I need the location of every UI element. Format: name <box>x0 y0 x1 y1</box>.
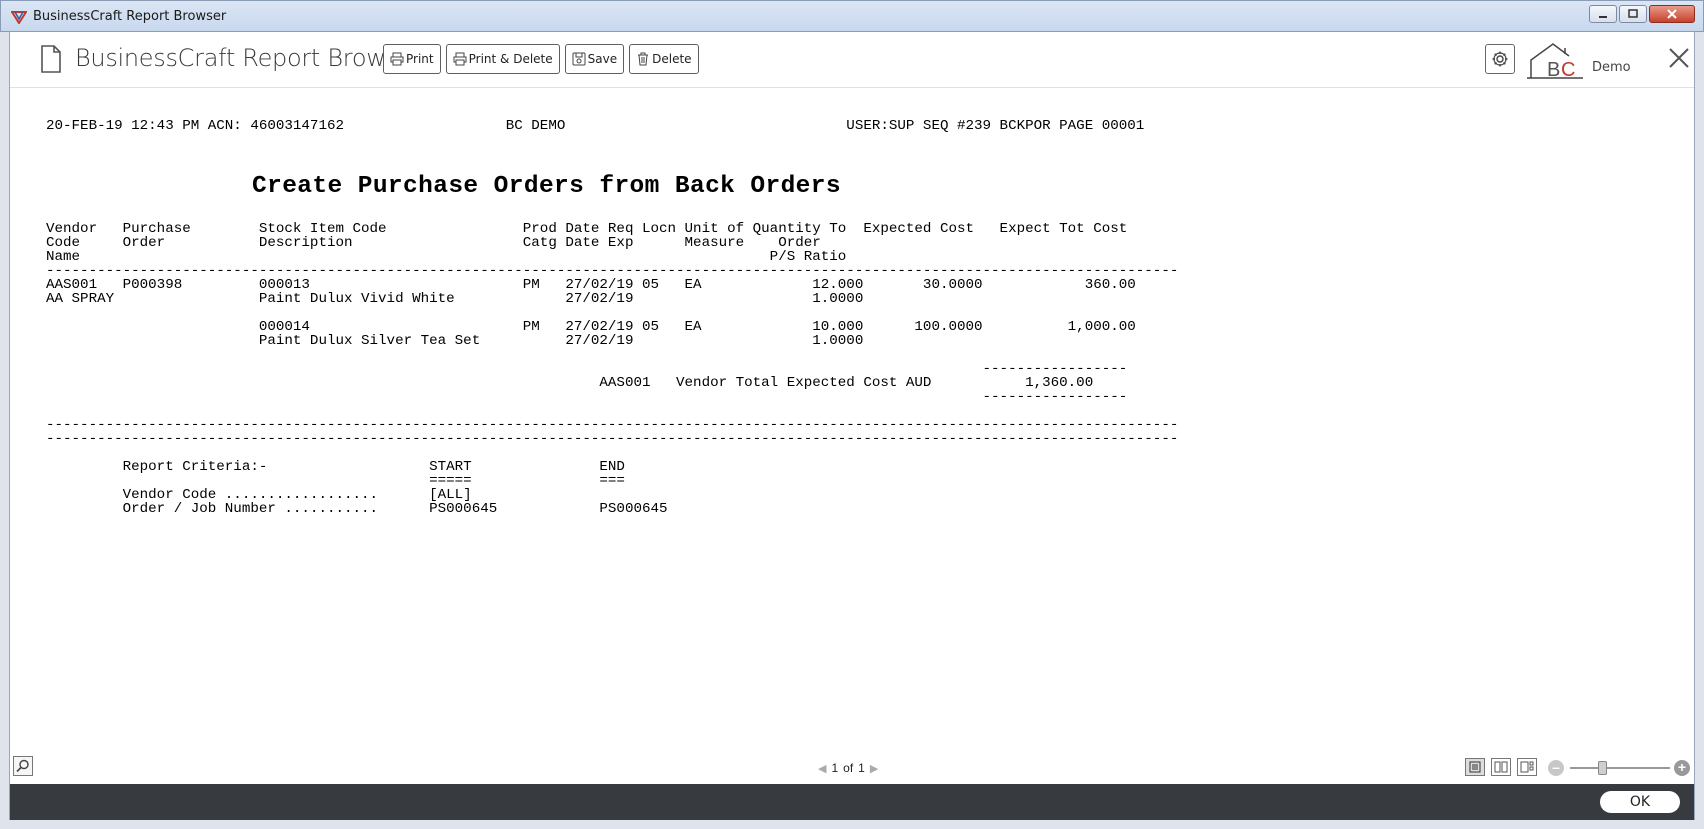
report-title: Create Purchase Orders from Back Orders <box>252 173 841 200</box>
view-mode-buttons <box>1465 758 1537 776</box>
app-header: BusinessCraft Report Browser Print Print… <box>10 32 1694 88</box>
window-close-button[interactable] <box>1649 5 1695 23</box>
status-bar: ◀ 1 of 1 ▶ – + <box>10 750 1694 784</box>
thumbnail-view-button[interactable] <box>1517 758 1537 776</box>
company-label: Demo <box>1592 60 1631 75</box>
page-current: 1 <box>831 761 839 775</box>
floppy-disk-icon <box>572 52 586 66</box>
print-label: Print <box>406 52 434 66</box>
zoom-control: – + <box>1548 758 1696 778</box>
print-delete-button[interactable]: Print & Delete <box>445 44 560 74</box>
report-rows: AAS001 P000398 000013 PM 27/02/19 05 EA … <box>46 277 1179 447</box>
toolbar: Print Print & Delete Save Delete <box>383 44 699 74</box>
save-label: Save <box>587 52 618 66</box>
two-page-view-button[interactable] <box>1491 758 1511 776</box>
zoom-out-icon[interactable]: – <box>1548 760 1564 776</box>
report-column-headers: Vendor Purchase Stock Item Code Prod Dat… <box>46 221 1179 279</box>
gear-icon <box>1492 51 1508 67</box>
window-title: BusinessCraft Report Browser <box>33 9 227 24</box>
search-icon <box>16 759 29 773</box>
print-button[interactable]: Print <box>383 44 441 74</box>
footer-bar: OK <box>10 784 1694 820</box>
report-browser: BusinessCraft Report Browser Print Print… <box>9 32 1695 820</box>
app-icon <box>11 11 27 24</box>
report-page: 20-FEB-19 12:43 PM ACN: 46003147162 BC D… <box>46 118 1179 719</box>
previous-page-icon[interactable]: ◀ <box>818 762 826 775</box>
maximize-button[interactable] <box>1619 5 1647 23</box>
zoom-slider-thumb[interactable] <box>1598 761 1607 775</box>
next-page-icon[interactable]: ▶ <box>870 762 878 775</box>
ok-button[interactable]: OK <box>1600 791 1680 813</box>
document-icon <box>41 45 61 73</box>
window-controls <box>1589 5 1695 23</box>
page-total: 1 <box>858 761 865 775</box>
page-of: of <box>843 761 854 775</box>
printer-icon <box>390 52 404 66</box>
report-header-line: 20-FEB-19 12:43 PM ACN: 46003147162 BC D… <box>46 118 1145 134</box>
maximize-icon <box>1628 9 1638 18</box>
svg-text:B: B <box>1547 59 1560 80</box>
close-icon <box>1667 9 1677 19</box>
zoom-track[interactable] <box>1570 767 1670 769</box>
two-page-icon <box>1494 761 1508 773</box>
trash-icon <box>638 52 649 66</box>
settings-button[interactable] <box>1485 44 1515 74</box>
find-button[interactable] <box>13 756 33 776</box>
thumbnail-icon <box>1520 761 1534 773</box>
minimize-button[interactable] <box>1589 5 1617 23</box>
printer-icon <box>453 52 467 66</box>
app-title: BusinessCraft Report Browser <box>75 44 422 72</box>
svg-text:C: C <box>1561 59 1575 80</box>
delete-label: Delete <box>652 52 692 66</box>
save-button[interactable]: Save <box>564 44 625 74</box>
single-page-view-button[interactable] <box>1465 758 1485 776</box>
page-navigator: ◀ 1 of 1 ▶ <box>818 761 878 775</box>
report-criteria: Report Criteria:- START END ===== === Ve… <box>122 459 668 517</box>
window-titlebar[interactable]: BusinessCraft Report Browser <box>0 0 1704 32</box>
businesscraft-logo: B C <box>1527 43 1583 80</box>
print-delete-label: Print & Delete <box>468 52 553 66</box>
single-page-icon <box>1469 761 1481 773</box>
delete-button[interactable]: Delete <box>629 44 699 74</box>
minimize-icon <box>1599 16 1607 18</box>
zoom-in-icon[interactable]: + <box>1674 760 1690 776</box>
close-icon[interactable] <box>1666 45 1692 71</box>
